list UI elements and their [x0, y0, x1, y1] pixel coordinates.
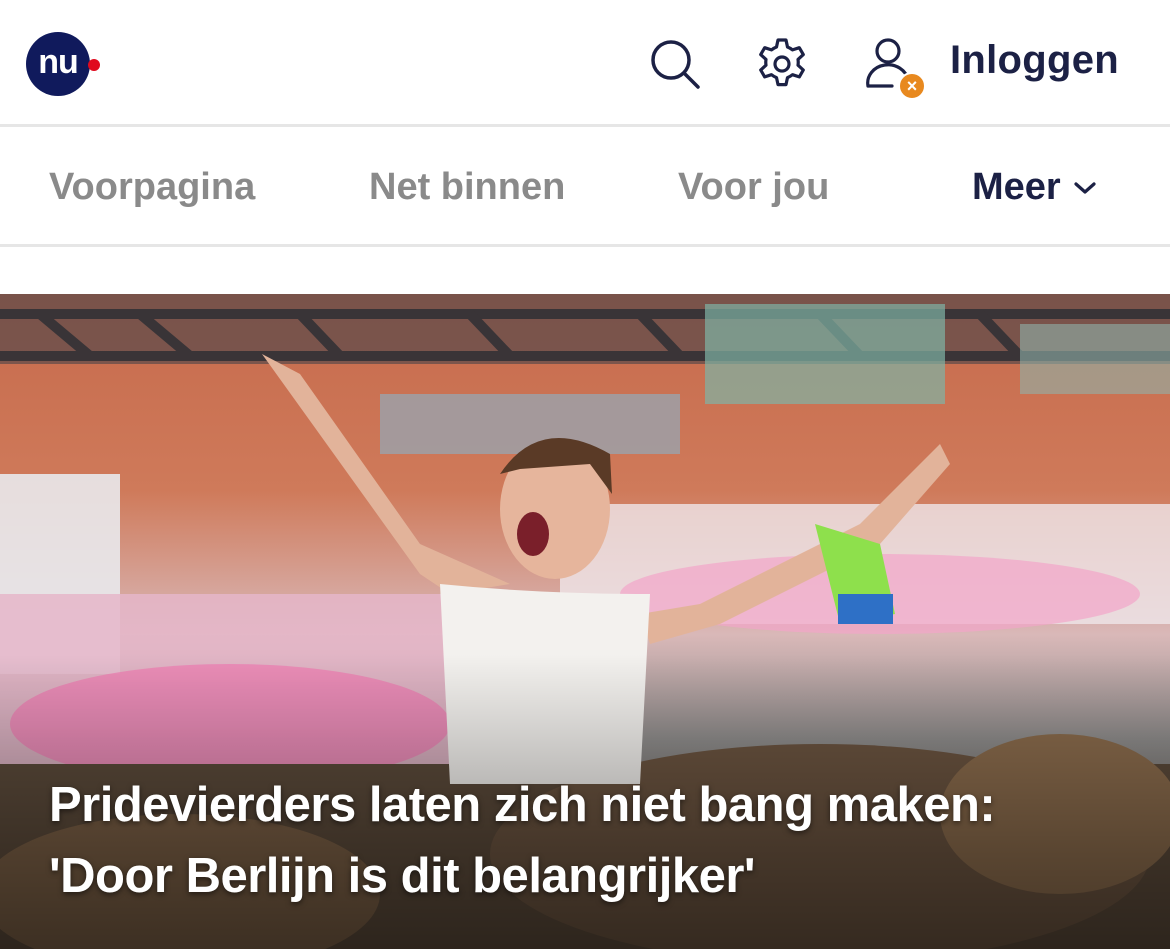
top-bar: nu × Inloggen: [0, 0, 1170, 127]
chevron-down-icon: [1074, 181, 1096, 194]
nu-logo[interactable]: nu: [26, 32, 100, 96]
nav-more-menu[interactable]: Meer: [972, 166, 1097, 209]
logo-dot: [88, 59, 100, 71]
nav-item-voor-jou[interactable]: Voor jou: [678, 166, 829, 209]
hero-headline[interactable]: Pridevierders laten zich niet bang maken…: [49, 770, 1129, 912]
account-button[interactable]: ×: [860, 36, 926, 100]
gear-icon: [759, 38, 805, 87]
close-badge-icon: ×: [898, 72, 926, 100]
main-nav: Voorpagina Net binnen Voor jou Meer: [0, 130, 1170, 247]
logo-text: nu: [26, 32, 90, 96]
search-icon: [651, 40, 700, 89]
nav-item-net-binnen[interactable]: Net binnen: [369, 166, 565, 209]
nav-more-label: Meer: [972, 166, 1061, 208]
search-button[interactable]: [647, 36, 703, 92]
settings-button[interactable]: [754, 36, 810, 92]
login-button[interactable]: Inloggen: [950, 38, 1119, 83]
hero-article[interactable]: Pridevierders laten zich niet bang maken…: [0, 294, 1170, 949]
nav-item-voorpagina[interactable]: Voorpagina: [49, 166, 255, 209]
